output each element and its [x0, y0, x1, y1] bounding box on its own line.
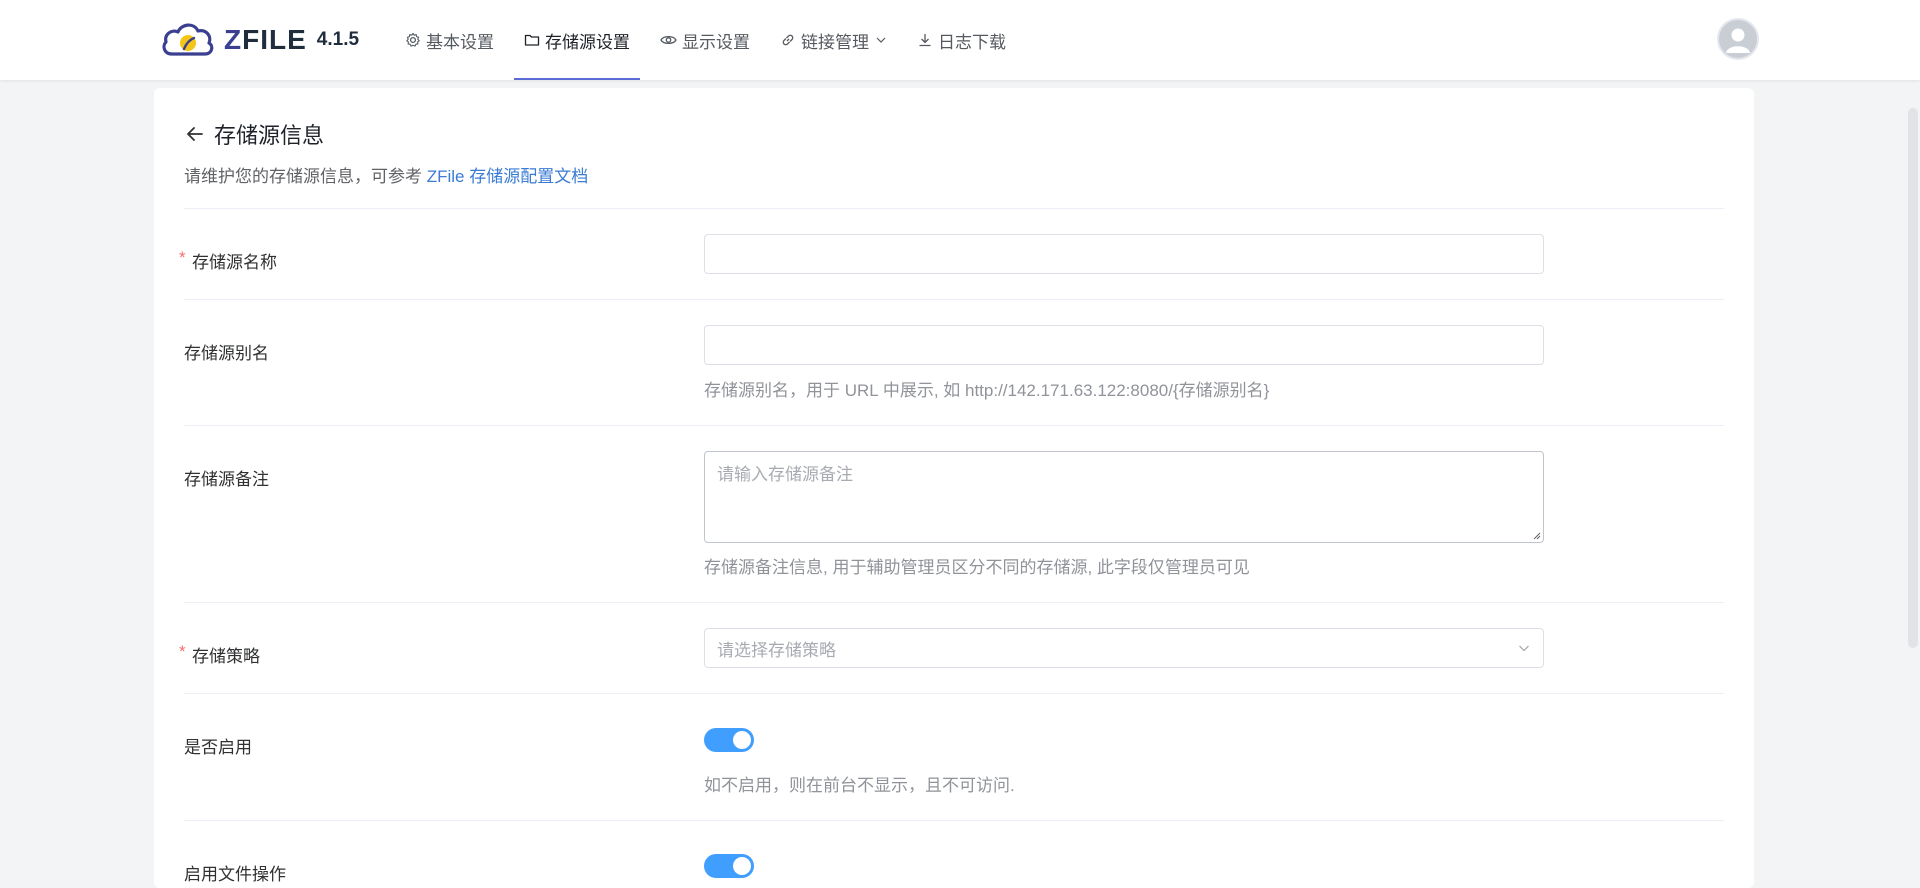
alias-hint: 存储源别名，用于 URL 中展示, 如 http://142.171.63.12… — [704, 381, 1270, 400]
label-text: 存储源名称 — [192, 253, 277, 272]
nav-item-basic-settings[interactable]: 基本设置 — [395, 0, 504, 80]
folder-icon — [524, 34, 540, 46]
storage-form-card: 存储源信息 请维护您的存储源信息，可参考 ZFile 存储源配置文档 * 存储源名… — [154, 88, 1754, 888]
nav-label: 基本设置 — [426, 32, 494, 52]
storage-alias-input[interactable] — [704, 325, 1544, 365]
field-label-alias: 存储源别名 — [184, 344, 269, 363]
download-icon — [919, 34, 931, 47]
divider — [184, 425, 1724, 426]
field-label-file-ops: 启用文件操作 — [184, 865, 286, 884]
page-title: 存储源信息 — [214, 123, 325, 148]
top-header: ZFILE 4.1.5 基本设置 存储源设置 显示设置 链接管理 日志下载 — [0, 0, 1920, 80]
back-arrow-icon[interactable] — [184, 123, 206, 145]
field-label-strategy: * 存储策略 — [179, 642, 260, 667]
nav-item-link-management[interactable]: 链接管理 — [770, 0, 897, 80]
eye-icon — [660, 35, 677, 45]
brand-name: ZFILE — [224, 24, 307, 55]
toggle-knob — [733, 857, 751, 875]
link-icon — [782, 34, 794, 46]
label-text: 存储策略 — [192, 647, 260, 666]
divider — [184, 820, 1724, 821]
storage-strategy-select[interactable]: 请选择存储策略 — [704, 628, 1544, 668]
field-label-remark: 存储源备注 — [184, 470, 269, 489]
nav-label: 链接管理 — [801, 32, 869, 52]
toggle-knob — [733, 731, 751, 749]
scrollbar-thumb[interactable] — [1908, 108, 1918, 648]
enabled-hint: 如不启用，则在前台不显示，且不可访问. — [704, 776, 1015, 795]
app-logo[interactable]: ZFILE 4.1.5 — [160, 20, 359, 60]
title-row: 存储源信息 — [184, 118, 588, 150]
divider — [184, 299, 1724, 300]
field-label-enabled: 是否启用 — [184, 738, 252, 757]
divider — [184, 602, 1724, 603]
enabled-toggle[interactable] — [704, 728, 754, 752]
chevron-down-icon — [876, 37, 886, 43]
nav-label: 存储源设置 — [545, 32, 630, 52]
card-header: 存储源信息 请维护您的存储源信息，可参考 ZFile 存储源配置文档 — [184, 118, 588, 187]
main-nav: 基本设置 存储源设置 显示设置 链接管理 日志下载 — [395, 0, 1026, 80]
required-marker: * — [179, 642, 186, 661]
strategy-placeholder: 请选择存储策略 — [717, 640, 836, 660]
divider — [184, 693, 1724, 694]
remark-placeholder: 请输入存储源备注 — [717, 465, 853, 484]
doc-link[interactable]: ZFile 存储源配置文档 — [427, 167, 589, 186]
cloud-logo-icon — [162, 23, 214, 56]
field-label-name: * 存储源名称 — [179, 248, 277, 273]
chevron-down-icon — [1519, 645, 1529, 652]
required-marker: * — [179, 248, 186, 267]
resize-grip-icon[interactable] — [1531, 530, 1541, 540]
divider — [184, 208, 1724, 209]
user-icon — [1726, 28, 1750, 53]
nav-item-log-download[interactable]: 日志下载 — [907, 0, 1016, 80]
page-subtitle: 请维护您的存储源信息，可参考 ZFile 存储源配置文档 — [184, 162, 588, 187]
storage-remark-textarea[interactable]: 请输入存储源备注 — [704, 451, 1544, 543]
user-avatar[interactable] — [1717, 18, 1759, 60]
remark-hint: 存储源备注信息, 用于辅助管理员区分不同的存储源, 此字段仅管理员可见 — [704, 558, 1250, 577]
brand-rest: FILE — [242, 24, 307, 55]
app-version: 4.1.5 — [316, 29, 360, 50]
nav-label: 显示设置 — [682, 32, 750, 52]
subtitle-text: 请维护您的存储源信息，可参考 — [184, 167, 427, 186]
nav-label: 日志下载 — [938, 32, 1006, 52]
storage-name-input[interactable] — [704, 234, 1544, 274]
nav-item-display-settings[interactable]: 显示设置 — [650, 0, 760, 80]
nav-item-storage-settings[interactable]: 存储源设置 — [514, 0, 640, 80]
gear-icon — [406, 32, 420, 47]
file-ops-toggle[interactable] — [704, 854, 754, 878]
